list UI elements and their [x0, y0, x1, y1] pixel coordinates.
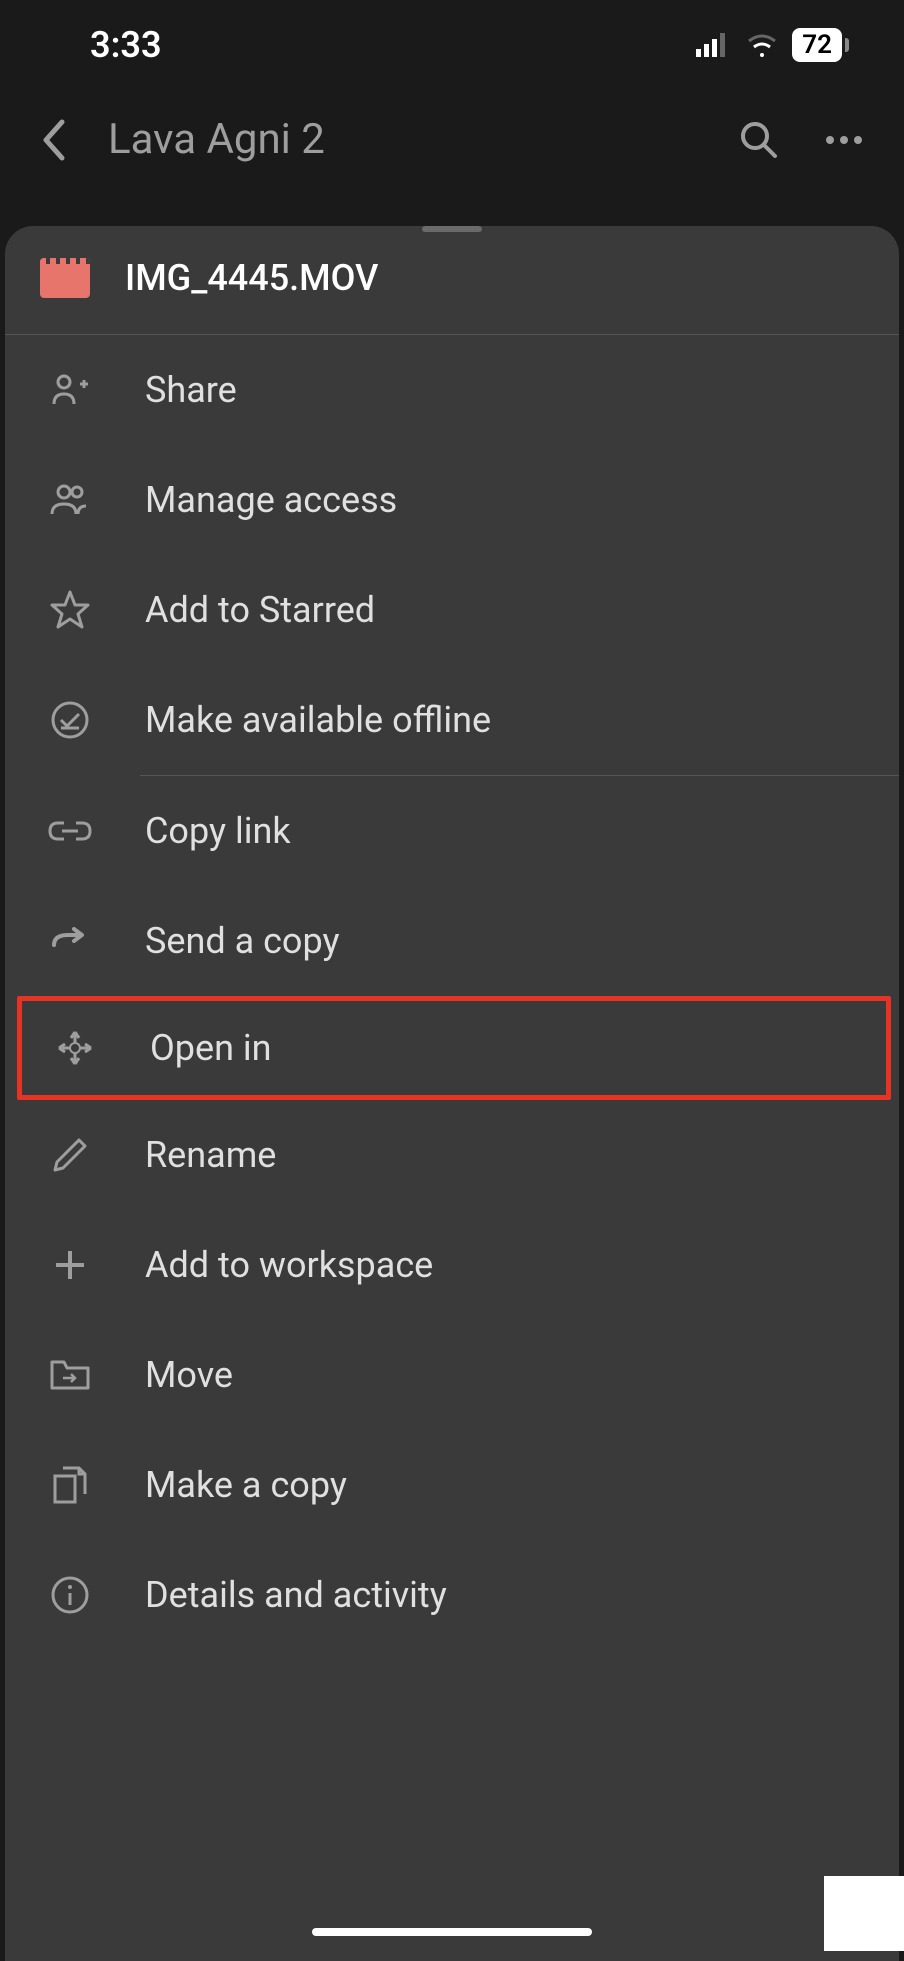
menu-starred[interactable]: Add to Starred [5, 555, 899, 665]
file-header: IMG_4445.MOV [5, 232, 899, 335]
menu-move[interactable]: Move [5, 1320, 899, 1430]
open-in-icon [55, 1028, 95, 1068]
menu-copy-link[interactable]: Copy link [5, 776, 899, 886]
action-sheet: IMG_4445.MOV Share [5, 226, 899, 1961]
menu-label: Open in [150, 1027, 272, 1069]
wifi-icon [746, 33, 778, 57]
menu-rename[interactable]: Rename [5, 1100, 899, 1210]
menu-label: Add to Starred [145, 589, 375, 631]
copy-icon [51, 1464, 89, 1506]
offline-icon [50, 700, 90, 740]
more-icon[interactable] [824, 134, 864, 146]
link-icon [48, 819, 92, 843]
menu-list: Share Manage access Add to Starred [5, 335, 899, 1650]
menu-details[interactable]: Details and activity [5, 1540, 899, 1650]
search-icon[interactable] [739, 120, 779, 160]
menu-label: Move [145, 1354, 233, 1396]
menu-make-copy[interactable]: Make a copy [5, 1430, 899, 1540]
send-icon [50, 927, 90, 955]
people-icon [50, 482, 90, 518]
battery-icon: 72 [792, 28, 842, 62]
pencil-icon [51, 1136, 89, 1174]
video-file-icon [40, 258, 90, 298]
menu-offline[interactable]: Make available offline [5, 665, 899, 775]
move-folder-icon [49, 1358, 91, 1392]
corner-overlay [824, 1876, 904, 1951]
app-header: Lava Agni 2 [0, 80, 904, 214]
highlight-annotation: Open in [17, 996, 891, 1100]
status-icons: 72 [696, 28, 849, 62]
menu-label: Send a copy [145, 920, 340, 962]
menu-label: Add to workspace [145, 1244, 433, 1286]
plus-icon [52, 1247, 88, 1283]
menu-label: Make available offline [145, 699, 491, 741]
cellular-icon [696, 33, 732, 57]
menu-label: Share [145, 369, 237, 411]
menu-manage-access[interactable]: Manage access [5, 445, 899, 555]
back-button[interactable] [40, 116, 68, 164]
home-indicator[interactable] [312, 1928, 592, 1936]
menu-open-in[interactable]: Open in [22, 1001, 886, 1095]
menu-share[interactable]: Share [5, 335, 899, 445]
file-name: IMG_4445.MOV [125, 257, 378, 299]
menu-label: Make a copy [145, 1464, 347, 1506]
status-time: 3:33 [90, 24, 162, 66]
menu-label: Copy link [145, 810, 291, 852]
share-icon [50, 372, 90, 408]
info-icon [50, 1575, 90, 1615]
menu-label: Rename [145, 1134, 276, 1176]
folder-title: Lava Agni 2 [108, 115, 699, 164]
star-icon [50, 590, 90, 630]
status-bar: 3:33 72 [0, 0, 904, 80]
menu-add-workspace[interactable]: Add to workspace [5, 1210, 899, 1320]
menu-label: Manage access [145, 479, 397, 521]
menu-label: Details and activity [145, 1574, 447, 1616]
menu-send-copy[interactable]: Send a copy [5, 886, 899, 996]
